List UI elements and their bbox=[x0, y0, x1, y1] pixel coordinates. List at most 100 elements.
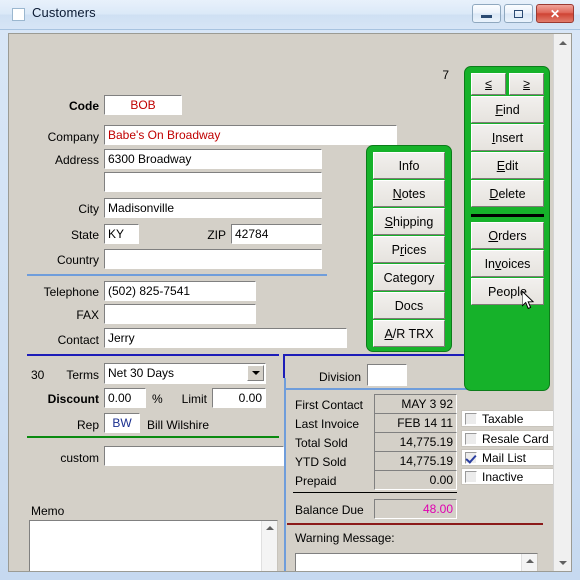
warning-message-textarea[interactable] bbox=[295, 553, 538, 571]
window-vertical-scrollbar[interactable] bbox=[553, 34, 571, 571]
divider-stats-balance bbox=[293, 492, 457, 493]
mouse-cursor bbox=[522, 291, 535, 310]
rep-code-input[interactable]: BW bbox=[104, 413, 140, 433]
nav-next-label: ≥ bbox=[523, 77, 530, 91]
checkbox-row-resale-card[interactable]: Resale Card bbox=[461, 430, 555, 447]
client-area: 7 Code BOB Company Babe's On Broadway Ad… bbox=[8, 33, 572, 572]
tab-notes[interactable]: Notes bbox=[373, 180, 445, 207]
custom-label: custom bbox=[60, 451, 99, 465]
checkbox-mail-list[interactable] bbox=[465, 451, 477, 464]
checkbox-row-mail-list[interactable]: Mail List bbox=[461, 449, 555, 466]
nav-next-button[interactable]: ≥ bbox=[509, 73, 544, 95]
zip-input[interactable]: 42784 bbox=[231, 224, 322, 244]
delete-button[interactable]: Delete bbox=[471, 180, 544, 207]
city-input[interactable]: Madisonville bbox=[104, 198, 322, 218]
memo-scrollbar[interactable] bbox=[261, 521, 277, 571]
tab-info[interactable]: Info bbox=[373, 152, 445, 179]
discount-label: Discount bbox=[47, 392, 99, 406]
window-title: Customers bbox=[32, 5, 96, 20]
checkbox-resale-card[interactable] bbox=[465, 432, 477, 445]
discount-input[interactable]: 0.00 bbox=[104, 388, 146, 408]
warning-message-label: Warning Message: bbox=[295, 531, 395, 545]
tab-prices[interactable]: Prices bbox=[373, 236, 445, 263]
tab-ar-trx[interactable]: A/R TRX bbox=[373, 320, 445, 347]
divider-vertical-top bbox=[283, 354, 285, 378]
window-scroll-up-icon[interactable] bbox=[554, 34, 571, 51]
divider-warning bbox=[287, 523, 543, 525]
insert-label: Insert bbox=[491, 130, 524, 145]
scroll-up-icon[interactable] bbox=[262, 521, 277, 535]
nav-prev-button[interactable]: ≤ bbox=[471, 73, 506, 95]
division-label: Division bbox=[318, 370, 361, 384]
tab-category-label: Category bbox=[383, 270, 435, 285]
checkbox-taxable[interactable] bbox=[465, 412, 477, 425]
application-window: Customers ✕ 7 Code BOB Company Babe's On… bbox=[0, 0, 580, 580]
terms-number: 30 bbox=[31, 368, 45, 382]
telephone-input[interactable]: (502) 825-7541 bbox=[104, 281, 256, 301]
company-input[interactable]: Babe's On Broadway bbox=[104, 125, 397, 145]
stat-label-0: First Contact bbox=[295, 398, 364, 412]
close-button[interactable]: ✕ bbox=[536, 4, 574, 23]
warning-scroll-up-icon[interactable] bbox=[522, 554, 537, 568]
address-line2-input[interactable] bbox=[104, 172, 322, 192]
edit-button[interactable]: Edit bbox=[471, 152, 544, 179]
address-line1-input[interactable]: 6300 Broadway bbox=[104, 149, 322, 169]
minimize-button[interactable] bbox=[472, 4, 501, 23]
contact-label: Contact bbox=[57, 333, 99, 347]
find-label: Find bbox=[495, 102, 520, 117]
code-input[interactable]: BOB bbox=[104, 95, 182, 115]
state-input[interactable]: KY bbox=[104, 224, 139, 244]
customer-form: 7 Code BOB Company Babe's On Broadway Ad… bbox=[9, 34, 555, 571]
tab-shipping[interactable]: Shipping bbox=[373, 208, 445, 235]
stat-value-1: FEB 14 11 bbox=[374, 413, 457, 433]
tab-notes-label: Notes bbox=[392, 186, 426, 201]
orders-button[interactable]: Orders bbox=[471, 222, 544, 249]
company-label: Company bbox=[47, 130, 99, 144]
minimize-icon bbox=[481, 15, 492, 18]
fax-input[interactable] bbox=[104, 304, 256, 324]
division-input[interactable] bbox=[367, 364, 407, 386]
chevron-down-icon[interactable] bbox=[247, 365, 264, 381]
memo-label: Memo bbox=[31, 504, 65, 518]
contact-input[interactable]: Jerry bbox=[104, 328, 347, 348]
tab-docs[interactable]: Docs bbox=[373, 292, 445, 319]
record-counter: 7 bbox=[442, 68, 449, 82]
memo-textarea[interactable] bbox=[29, 520, 278, 571]
divider-vertical-columns bbox=[284, 378, 286, 571]
tab-panel: Info Notes Shipping Prices Category Docs… bbox=[366, 145, 452, 352]
city-label: City bbox=[78, 202, 99, 216]
zip-label: ZIP bbox=[207, 228, 226, 242]
checkbox-label-inactive: Inactive bbox=[482, 469, 524, 484]
stat-value-0: MAY 3 92 bbox=[374, 394, 457, 414]
invoices-button[interactable]: Invoices bbox=[471, 250, 544, 277]
balance-due-value: 48.00 bbox=[374, 499, 457, 519]
window-scroll-down-icon[interactable] bbox=[554, 554, 571, 571]
stat-value-3: 14,775.19 bbox=[374, 451, 457, 471]
orders-label: Orders bbox=[488, 228, 527, 243]
code-label: Code bbox=[69, 99, 99, 113]
limit-input[interactable]: 0.00 bbox=[212, 388, 266, 408]
terms-select-value: Net 30 Days bbox=[108, 366, 175, 380]
insert-button[interactable]: Insert bbox=[471, 124, 544, 151]
terms-label: Terms bbox=[66, 368, 99, 382]
warning-scrollbar[interactable] bbox=[521, 554, 537, 571]
divider-contact-terms bbox=[27, 354, 279, 356]
country-input[interactable] bbox=[104, 249, 322, 269]
checkbox-inactive[interactable] bbox=[465, 470, 477, 483]
custom-input[interactable] bbox=[104, 446, 284, 466]
find-button[interactable]: Find bbox=[471, 96, 544, 123]
state-label: State bbox=[70, 228, 99, 242]
maximize-button[interactable] bbox=[504, 4, 533, 23]
rep-name: Bill Wilshire bbox=[147, 418, 210, 432]
window-controls: ✕ bbox=[472, 4, 574, 23]
checkbox-label-mail-list: Mail List bbox=[482, 450, 527, 465]
stat-label-2: Total Sold bbox=[295, 436, 348, 450]
stat-label-1: Last Invoice bbox=[295, 417, 360, 431]
divider-address-phone bbox=[27, 274, 327, 276]
tab-category[interactable]: Category bbox=[373, 264, 445, 291]
checkbox-row-inactive[interactable]: Inactive bbox=[461, 468, 555, 485]
checkbox-row-taxable[interactable]: Taxable bbox=[461, 410, 555, 427]
fax-label: FAX bbox=[76, 308, 99, 322]
checkbox-label-taxable: Taxable bbox=[482, 411, 524, 426]
terms-select[interactable]: Net 30 Days bbox=[104, 363, 266, 384]
